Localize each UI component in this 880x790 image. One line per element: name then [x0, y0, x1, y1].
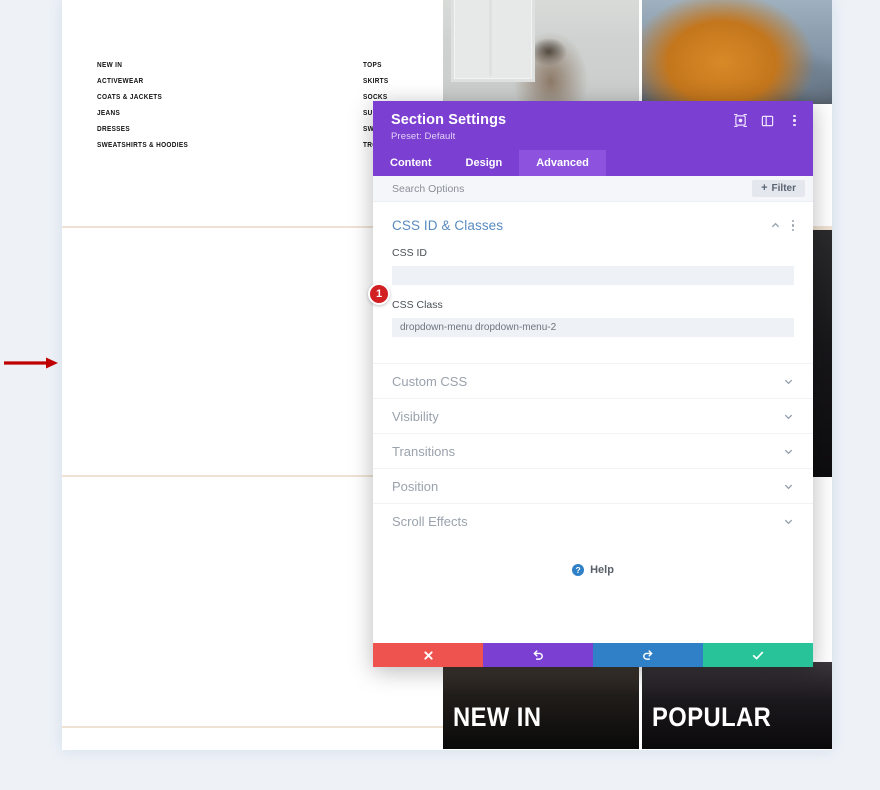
search-options-bar: + Filter	[373, 176, 813, 202]
menu-column-left-1: NEW IN ACTIVEWEAR COATS & JACKETS JEANS …	[97, 58, 196, 154]
chevron-down-icon	[784, 449, 793, 454]
undo-button[interactable]	[483, 643, 593, 667]
modal-header: Section Settings Preset: Default	[373, 101, 813, 150]
menu-item[interactable]: SWEATSHIRTS & HOODIES	[97, 138, 188, 154]
menu-item[interactable]: JEANS	[97, 106, 188, 122]
checkmark-icon	[752, 651, 764, 659]
hero-image-strip	[443, 0, 832, 104]
undo-icon	[533, 650, 543, 660]
menu-item[interactable]: ACTIVEWEAR	[97, 74, 188, 90]
modal-header-icons	[734, 114, 801, 127]
tab-design[interactable]: Design	[449, 150, 520, 176]
tab-advanced[interactable]: Advanced	[519, 150, 606, 176]
save-button[interactable]	[703, 643, 813, 667]
group-kebab-icon[interactable]	[791, 219, 794, 232]
chevron-down-icon	[784, 484, 793, 489]
accordion-label: Scroll Effects	[392, 513, 468, 529]
hero-image-orange-sweater	[639, 0, 832, 104]
accordion-label: Custom CSS	[392, 373, 468, 389]
menu-item[interactable]: NEW IN	[97, 58, 188, 74]
filter-button[interactable]: + Filter	[752, 180, 805, 197]
accordion-label: Visibility	[392, 408, 439, 424]
css-class-input[interactable]	[392, 318, 794, 337]
css-id-label: CSS ID	[392, 247, 428, 259]
cancel-button[interactable]	[373, 643, 483, 667]
accordion-label: Position	[392, 478, 439, 494]
accordion-transitions[interactable]: Transitions	[373, 433, 813, 468]
modal-tabs: Content Design Advanced	[373, 150, 813, 176]
accordion-position[interactable]: Position	[373, 468, 813, 503]
group-header[interactable]: CSS ID & Classes	[392, 218, 794, 233]
group-tools	[770, 219, 794, 232]
search-options-input[interactable]	[392, 182, 592, 195]
promo-tile-strip: NEW IN POPULAR	[443, 662, 832, 749]
promo-tile-new-in[interactable]: NEW IN	[443, 662, 639, 749]
modal-footer	[373, 643, 813, 667]
menu-item[interactable]: TOPS	[363, 58, 447, 74]
redo-button[interactable]	[593, 643, 703, 667]
annotation-arrow-icon	[4, 357, 58, 369]
chevron-up-icon[interactable]	[770, 220, 781, 231]
help-link[interactable]: ? Help	[373, 564, 813, 576]
modal-body: CSS ID & Classes CSS ID CSS Class dropdo…	[373, 202, 813, 643]
promo-tile-popular[interactable]: POPULAR	[639, 662, 832, 749]
css-id-input[interactable]	[392, 266, 794, 285]
promo-tile-title: POPULAR	[652, 702, 772, 732]
filter-button-label: Filter	[771, 183, 796, 194]
help-label: Help	[590, 564, 614, 576]
menu-item[interactable]: COATS & JACKETS	[97, 90, 188, 106]
layout-columns-icon[interactable]	[761, 114, 774, 127]
promo-tile-title: NEW IN	[453, 702, 542, 732]
chevron-down-icon	[784, 414, 793, 419]
tab-content[interactable]: Content	[373, 150, 449, 176]
accordion-custom-css[interactable]: Custom CSS	[373, 363, 813, 398]
hero-image-window-portrait	[443, 0, 639, 104]
group-title: CSS ID & Classes	[392, 218, 504, 233]
css-class-label: CSS Class	[392, 299, 443, 311]
group-css-id-and-classes: CSS ID & Classes CSS ID CSS Class	[373, 202, 813, 341]
accordion-scroll-effects[interactable]: Scroll Effects	[373, 503, 813, 538]
accordion-visibility[interactable]: Visibility	[373, 398, 813, 433]
chevron-down-icon	[784, 519, 793, 524]
kebab-menu-icon[interactable]	[788, 114, 801, 127]
menu-item[interactable]: DRESSES	[97, 122, 188, 138]
annotation-badge-1: 1	[368, 283, 390, 305]
chevron-down-icon	[784, 379, 793, 384]
screenshot-stage: NEW IN ACTIVEWEAR COATS & JACKETS JEANS …	[0, 0, 880, 790]
question-mark-icon: ?	[572, 564, 585, 576]
menu-item[interactable]: SKIRTS	[363, 74, 447, 90]
close-icon	[423, 650, 433, 660]
accordion-label: Transitions	[392, 443, 456, 459]
section-settings-modal: Section Settings Preset: Default Content…	[373, 101, 813, 667]
target-icon[interactable]	[734, 114, 747, 127]
modal-preset-label[interactable]: Preset: Default	[391, 131, 797, 142]
redo-icon	[643, 650, 653, 660]
plus-icon: +	[761, 182, 768, 194]
